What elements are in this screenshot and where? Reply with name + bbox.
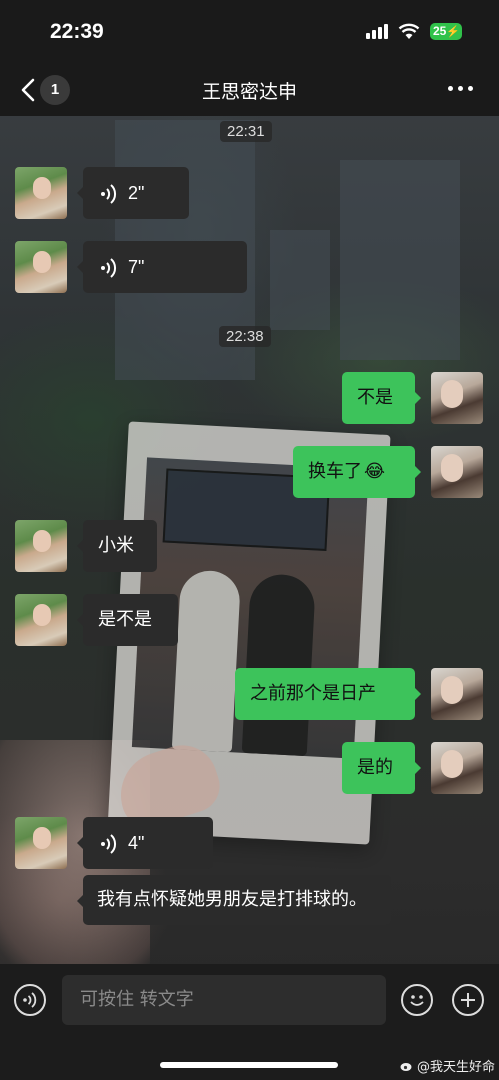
my-avatar[interactable] xyxy=(431,742,483,794)
voice-wave-icon xyxy=(101,258,117,278)
battery-level: 25 xyxy=(433,24,447,38)
voice-wave-icon xyxy=(101,834,117,854)
message-text: 换车了 xyxy=(308,461,362,482)
my-avatar[interactable] xyxy=(431,668,483,720)
my-avatar[interactable] xyxy=(431,446,483,498)
laughing-emoji-icon: 😂 xyxy=(364,461,386,482)
timestamp: 22:38 xyxy=(219,326,271,347)
status-bar: 22:39 25⚡ xyxy=(0,0,499,64)
contact-avatar[interactable] xyxy=(15,520,67,572)
voice-duration: 7" xyxy=(128,257,145,277)
emoji-icon[interactable] xyxy=(401,984,433,1016)
message-text: 不是 xyxy=(357,387,393,408)
text-message-outgoing[interactable]: 是的 xyxy=(342,742,421,794)
cellular-signal-icon xyxy=(366,24,388,39)
chat-title[interactable]: 王思密达申 xyxy=(0,77,499,104)
contact-avatar[interactable] xyxy=(15,167,67,219)
message-text: 我有点怀疑她男朋友是打排球的。 xyxy=(97,889,367,910)
voice-wave-icon xyxy=(101,184,117,204)
watermark: @我天生好命 xyxy=(400,1056,495,1075)
home-indicator[interactable] xyxy=(160,1062,338,1068)
more-options-icon[interactable] xyxy=(448,86,473,91)
voice-duration: 2" xyxy=(128,183,145,203)
voice-message[interactable]: 2" xyxy=(77,167,189,219)
message-text: 是不是 xyxy=(98,609,152,630)
contact-avatar[interactable] xyxy=(15,817,67,869)
wifi-icon xyxy=(398,23,420,39)
text-message-outgoing[interactable]: 之前那个是日产 xyxy=(235,668,421,720)
contact-avatar[interactable] xyxy=(15,241,67,293)
message-text: 是的 xyxy=(357,757,393,778)
voice-message[interactable]: 4" xyxy=(77,817,213,869)
chat-header: 1 王思密达申 xyxy=(0,64,499,116)
text-message-incoming[interactable]: 小米 xyxy=(77,520,157,572)
watermark-text: @我天生好命 xyxy=(417,1060,496,1075)
battery-icon: 25⚡ xyxy=(430,23,462,40)
message-text: 之前那个是日产 xyxy=(250,683,376,704)
message-text: 小米 xyxy=(98,535,134,556)
add-more-icon[interactable] xyxy=(452,984,484,1016)
weibo-logo-icon xyxy=(400,1062,412,1071)
text-message-incoming[interactable]: 我有点怀疑她男朋友是打排球的。 xyxy=(77,875,391,925)
message-input[interactable]: 可按住 转文字 xyxy=(62,975,386,1025)
text-message-outgoing[interactable]: 换车了 😂 xyxy=(293,446,421,498)
voice-duration: 4" xyxy=(128,833,145,853)
contact-avatar[interactable] xyxy=(15,594,67,646)
text-message-incoming[interactable]: 是不是 xyxy=(77,594,178,646)
timestamp: 22:31 xyxy=(220,121,272,142)
voice-message[interactable]: 7" xyxy=(77,241,247,293)
my-avatar[interactable] xyxy=(431,372,483,424)
status-time: 22:39 xyxy=(50,20,104,43)
text-message-outgoing[interactable]: 不是 xyxy=(342,372,421,424)
voice-input-toggle-icon[interactable] xyxy=(14,984,46,1016)
